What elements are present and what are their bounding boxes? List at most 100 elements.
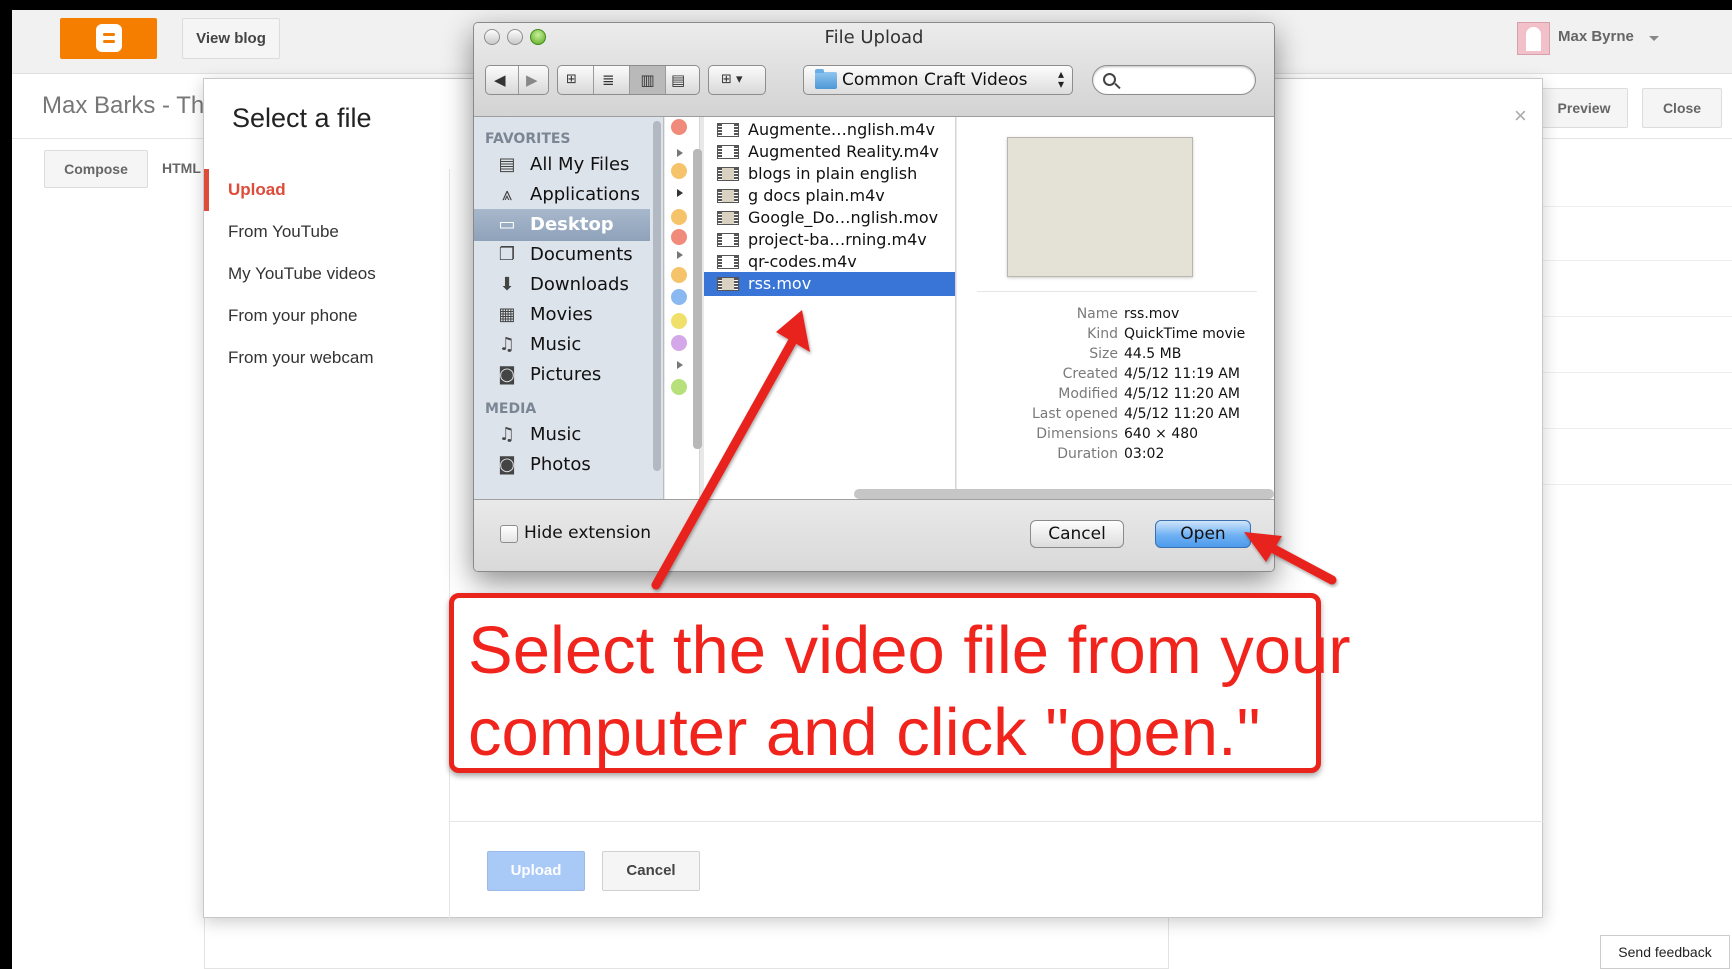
list-item[interactable]: Augmente…nglish.m4v — [704, 118, 955, 142]
folder-path-popup[interactable]: Common Craft Videos ▴ ▾ — [803, 65, 1073, 95]
media-header: MEDIA — [485, 401, 537, 417]
search-icon — [1103, 73, 1116, 86]
cancel-button[interactable]: Cancel — [602, 851, 700, 891]
info-value: rss.mov — [1124, 306, 1180, 322]
info-row: Last opened 4/5/12 11:20 AM — [957, 403, 1274, 425]
file-badge-icon — [671, 267, 687, 283]
sidebar-item-all-my-files[interactable]: ▤ All My Files — [474, 149, 650, 181]
list-item[interactable]: blogs in plain english — [704, 162, 955, 186]
file-name: g docs plain.m4v — [748, 186, 885, 205]
video-file-icon — [717, 167, 739, 181]
file-badge-icon — [671, 379, 687, 395]
applications-icon: ⩓ — [501, 184, 513, 205]
forward-arrow-icon[interactable]: ▶ — [526, 66, 538, 94]
hide-extension-label[interactable]: Hide extension — [524, 523, 651, 543]
window-titlebar[interactable]: File Upload ◀ ▶ ⊞ ≣ ▥ ▤ ⊞ ▾ Common Craft — [474, 23, 1274, 117]
search-input[interactable] — [1092, 65, 1256, 95]
file-name: project-ba…rning.m4v — [748, 230, 927, 249]
sidebar-item-downloads[interactable]: ⬇ Downloads — [474, 269, 650, 301]
disclosure-triangle-icon[interactable] — [677, 251, 683, 259]
disclosure-triangle-icon[interactable] — [677, 361, 683, 369]
blogger-logo[interactable] — [60, 18, 157, 59]
upload-button[interactable]: Upload — [487, 851, 585, 891]
divider — [665, 66, 666, 94]
back-arrow-icon[interactable]: ◀ — [494, 66, 506, 94]
scrollbar-thumb[interactable] — [653, 121, 661, 471]
sidebar-item-music[interactable]: ♫ Music — [474, 329, 650, 361]
list-item[interactable]: Google_Do…nglish.mov — [704, 206, 955, 230]
view-blog-button[interactable]: View blog — [182, 18, 280, 59]
nav-item-from-webcam[interactable]: From your webcam — [204, 337, 449, 379]
info-value: 4/5/12 11:20 AM — [1124, 406, 1240, 422]
info-key: Created — [1062, 366, 1118, 382]
window-title: File Upload — [824, 27, 924, 48]
close-icon[interactable]: × — [1514, 103, 1527, 129]
list-item[interactable]: g docs plain.m4v — [704, 184, 955, 208]
arrange-menu-button[interactable]: ⊞ ▾ — [708, 65, 766, 95]
photos-icon: ◙ — [498, 454, 516, 475]
list-item-selected[interactable]: rss.mov — [704, 272, 955, 296]
info-value: 4/5/12 11:19 AM — [1124, 366, 1240, 382]
list-item[interactable]: Augmented Reality.m4v — [704, 140, 955, 164]
sidebar-scrollbar[interactable] — [652, 117, 662, 477]
avatar[interactable] — [1517, 22, 1550, 55]
file-badge-icon — [671, 119, 687, 135]
sidebar-item-label: Downloads — [530, 274, 629, 295]
file-badge-icon — [671, 209, 687, 225]
pictures-icon: ◙ — [498, 364, 516, 385]
divider — [518, 66, 519, 94]
horizontal-scrollbar[interactable] — [854, 489, 1274, 499]
sidebar-item-label: Desktop — [530, 214, 614, 235]
nav-item-from-phone[interactable]: From your phone — [204, 295, 449, 337]
sidebar-item-pictures[interactable]: ◙ Pictures — [474, 359, 650, 391]
annotation-callout: Select the video file from your computer… — [449, 593, 1351, 773]
nav-item-my-youtube-videos[interactable]: My YouTube videos — [204, 253, 449, 295]
list-item[interactable]: project-ba…rning.m4v — [704, 228, 955, 252]
column-view-icon[interactable]: ▥ — [630, 66, 665, 94]
info-value: QuickTime movie — [1124, 326, 1246, 342]
folder-icon — [815, 69, 837, 89]
sidebar-item-label: Music — [530, 424, 582, 445]
divider — [977, 291, 1257, 292]
sidebar-item-movies[interactable]: ▦ Movies — [474, 299, 650, 331]
compose-tab[interactable]: Compose — [44, 150, 148, 188]
all-files-icon: ▤ — [498, 154, 516, 175]
list-item[interactable]: qr-codes.m4v — [704, 250, 955, 274]
cancel-button[interactable]: Cancel — [1030, 520, 1124, 548]
html-tab[interactable]: HTML — [162, 160, 201, 176]
sidebar-item-media-music[interactable]: ♫ Music — [474, 419, 650, 451]
info-row: Size 44.5 MB — [957, 343, 1274, 365]
file-badge-icon — [671, 313, 687, 329]
file-badge-icon — [671, 289, 687, 305]
disclosure-triangle-icon[interactable] — [677, 189, 683, 197]
info-value: 03:02 — [1124, 446, 1165, 462]
hide-extension-checkbox[interactable] — [500, 525, 518, 543]
coverflow-view-icon[interactable]: ▤ — [671, 66, 685, 94]
back-forward-buttons[interactable]: ◀ ▶ — [485, 65, 549, 95]
sidebar-item-desktop[interactable]: ▭ Desktop — [474, 209, 650, 241]
icon-view-icon[interactable]: ⊞ — [566, 66, 577, 94]
sidebar-item-applications[interactable]: ⩓ Applications — [474, 179, 650, 211]
user-name[interactable]: Max Byrne — [1558, 28, 1634, 45]
disclosure-triangle-icon[interactable] — [677, 149, 683, 157]
info-row: Duration 03:02 — [957, 443, 1274, 465]
current-folder-label: Common Craft Videos — [842, 70, 1028, 90]
chevron-down-icon[interactable] — [1649, 36, 1659, 41]
view-mode-buttons[interactable]: ⊞ ≣ ▥ ▤ — [557, 65, 700, 95]
video-file-icon — [717, 189, 739, 203]
finder-sidebar: FAVORITES ▤ All My Files ⩓ Applications ▭ D… — [474, 117, 664, 499]
list-view-icon[interactable]: ≣ — [602, 66, 615, 94]
send-feedback-button[interactable]: Send feedback — [1600, 935, 1730, 969]
close-button[interactable]: Close — [1642, 88, 1722, 128]
file-name: Google_Do…nglish.mov — [748, 208, 939, 227]
downloads-icon: ⬇ — [499, 274, 515, 295]
column-scrollbar[interactable] — [693, 149, 702, 449]
nav-item-from-youtube[interactable]: From YouTube — [204, 211, 449, 253]
preview-button[interactable]: Preview — [1540, 88, 1628, 128]
sidebar-item-documents[interactable]: ❐ Documents — [474, 239, 650, 271]
open-button[interactable]: Open — [1155, 520, 1251, 548]
sidebar-item-photos[interactable]: ◙ Photos — [474, 449, 650, 481]
nav-item-upload[interactable]: Upload — [204, 169, 449, 211]
file-name: Augmente…nglish.m4v — [748, 120, 935, 139]
info-key: Last opened — [1031, 406, 1118, 422]
